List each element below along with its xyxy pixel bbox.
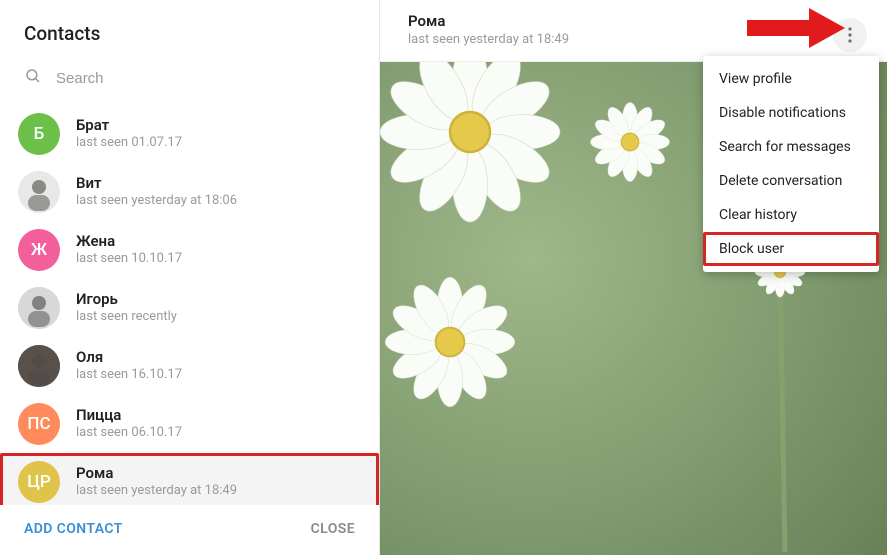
contact-status: last seen 01.07.17	[76, 135, 363, 152]
contact-row[interactable]: Игорьlast seen recently	[0, 279, 379, 337]
chat-header-text: Рома last seen yesterday at 18:49	[408, 12, 569, 47]
contact-status: last seen yesterday at 18:49	[76, 483, 363, 500]
contact-status: last seen 16.10.17	[76, 367, 363, 384]
contact-name: Пицца	[76, 406, 363, 426]
contact-text: Оляlast seen 16.10.17	[76, 348, 363, 384]
avatar: Ж	[18, 229, 60, 271]
contact-row[interactable]: ЦР Ромаlast seen yesterday at 18:49	[0, 453, 379, 505]
menu-item-view-profile[interactable]: View profile	[703, 62, 879, 96]
more-options-button[interactable]	[833, 18, 867, 52]
contact-text: Витlast seen yesterday at 18:06	[76, 174, 363, 210]
contact-name: Рома	[76, 464, 363, 484]
contact-row[interactable]: Б Братlast seen 01.07.17	[0, 105, 379, 163]
contacts-title: Contacts	[0, 0, 379, 59]
search-row[interactable]	[0, 59, 379, 105]
menu-item-disable-notifications[interactable]: Disable notifications	[703, 96, 879, 130]
contacts-footer: ADD CONTACT CLOSE	[0, 505, 379, 555]
menu-item-clear-history[interactable]: Clear history	[703, 198, 879, 232]
contact-text: Женаlast seen 10.10.17	[76, 232, 363, 268]
avatar	[18, 345, 60, 387]
avatar: ПС	[18, 403, 60, 445]
avatar: ЦР	[18, 461, 60, 503]
avatar: Б	[18, 113, 60, 155]
contact-status: last seen yesterday at 18:06	[76, 193, 363, 210]
contact-status: last seen 10.10.17	[76, 251, 363, 268]
menu-item-search-for-messages[interactable]: Search for messages	[703, 130, 879, 164]
contact-name: Вит	[76, 174, 363, 194]
contact-text: Братlast seen 01.07.17	[76, 116, 363, 152]
contacts-list[interactable]: ББратlast seen 01.07.17Витlast seen yest…	[0, 105, 379, 505]
chat-title: Рома	[408, 12, 569, 30]
contact-name: Игорь	[76, 290, 363, 310]
more-vertical-icon	[848, 27, 852, 43]
more-options-menu: View profileDisable notificationsSearch …	[703, 56, 879, 272]
contact-row[interactable]: Оляlast seen 16.10.17	[0, 337, 379, 395]
contact-name: Брат	[76, 116, 363, 136]
contact-name: Жена	[76, 232, 363, 252]
contact-status: last seen 06.10.17	[76, 425, 363, 442]
contact-text: Игорьlast seen recently	[76, 290, 363, 326]
add-contact-button[interactable]: ADD CONTACT	[24, 521, 123, 537]
search-input[interactable]	[56, 70, 355, 87]
menu-item-delete-conversation[interactable]: Delete conversation	[703, 164, 879, 198]
close-button[interactable]: CLOSE	[311, 521, 355, 537]
avatar	[18, 287, 60, 329]
contact-status: last seen recently	[76, 309, 363, 326]
chat-panel: Рома last seen yesterday at 18:49	[380, 0, 887, 555]
chat-subtitle: last seen yesterday at 18:49	[408, 32, 569, 47]
menu-item-block-user[interactable]: Block user	[703, 232, 879, 266]
contact-text: Пиццаlast seen 06.10.17	[76, 406, 363, 442]
avatar	[18, 171, 60, 213]
contact-row[interactable]: Витlast seen yesterday at 18:06	[0, 163, 379, 221]
chat-header: Рома last seen yesterday at 18:49	[380, 0, 887, 62]
contact-row[interactable]: Ж Женаlast seen 10.10.17	[0, 221, 379, 279]
contact-name: Оля	[76, 348, 363, 368]
contact-row[interactable]: ПС Пиццаlast seen 06.10.17	[0, 395, 379, 453]
contact-text: Ромаlast seen yesterday at 18:49	[76, 464, 363, 500]
search-icon	[24, 67, 42, 89]
contacts-panel: Contacts ББратlast seen 01.07.17Витlast …	[0, 0, 380, 555]
